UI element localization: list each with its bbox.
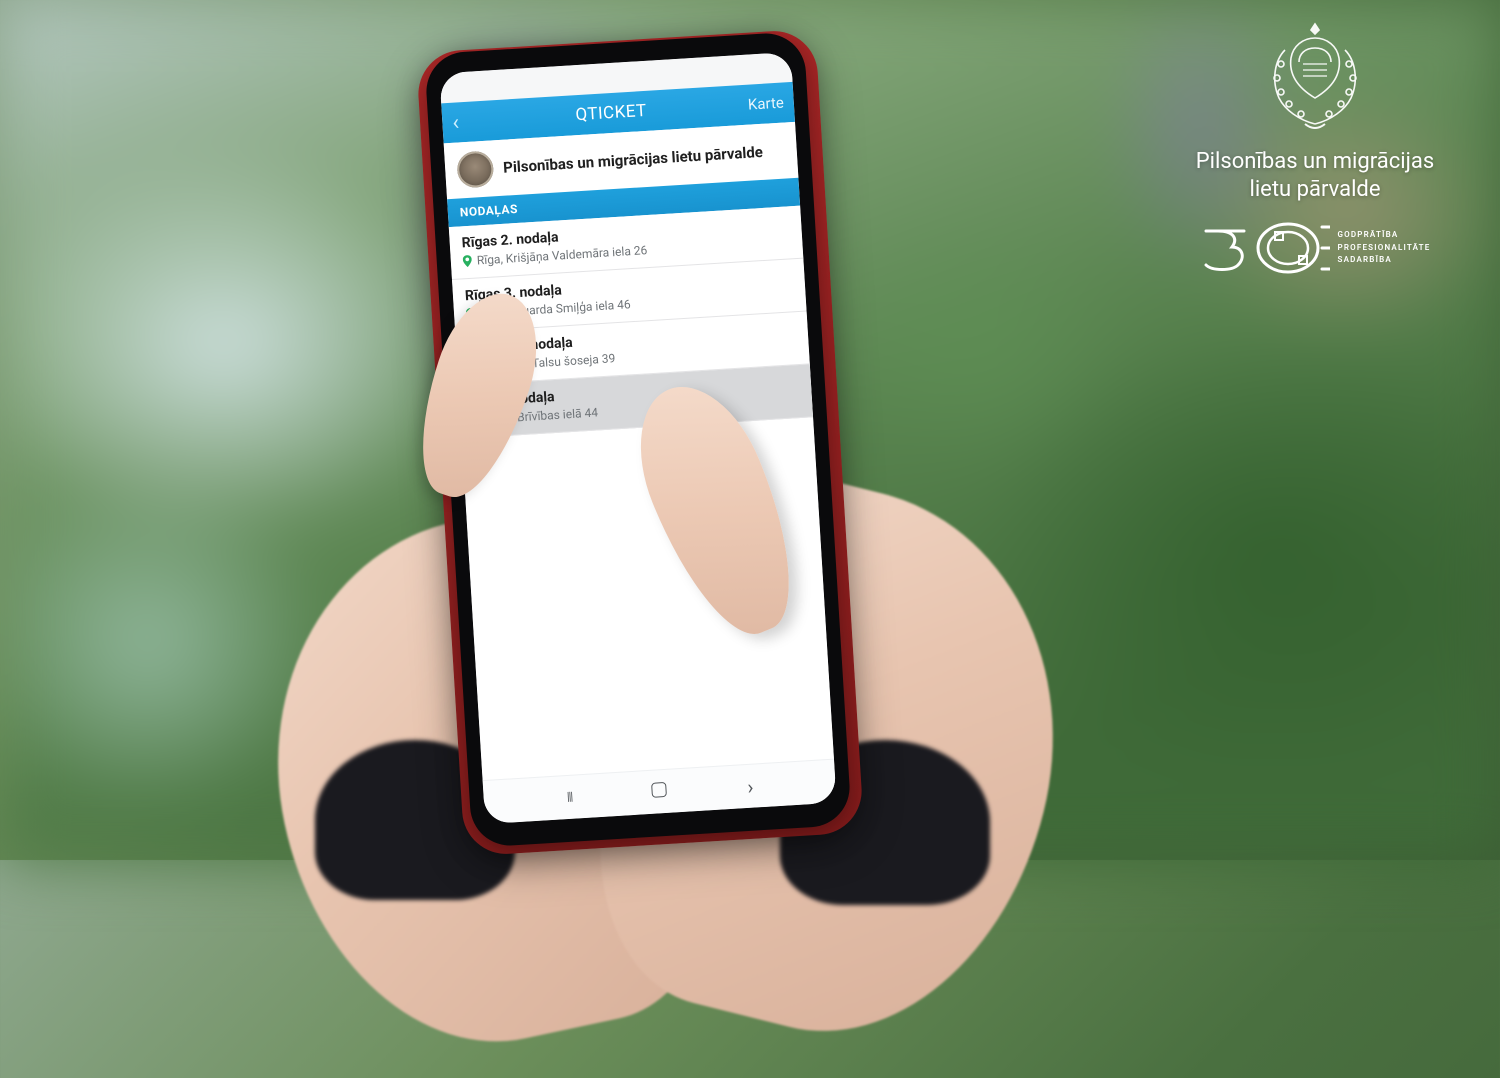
thirty-logotype-icon [1200,217,1330,279]
overlay-values-text: GODPRĀTĪBA PROFESIONALITĀTE SADARBĪBA [1338,229,1431,266]
branch-list[interactable]: Rīgas 2. nodaļaRīga, Krišjāņa Valdemāra … [449,206,834,780]
back-button[interactable]: ‹ [452,109,475,135]
map-toggle-link[interactable]: Karte [747,93,784,113]
overlay-organization-name: Pilsonības un migrācijas lietu pārvalde [1165,148,1465,203]
organization-emblem-icon [456,150,494,188]
coat-of-arms-icon [1255,20,1375,140]
android-home-button[interactable] [639,780,680,803]
app-title: QTICKET [474,95,749,132]
anniversary-30-badge: GODPRĀTĪBA PROFESIONALITĀTE SADARBĪBA [1165,217,1465,279]
organization-name: Pilsonības un migrācijas lietu pārvalde [503,143,764,177]
android-back-button[interactable]: ‹ [729,773,770,799]
android-recents-button[interactable]: III [549,788,590,806]
overlay-organization-logo: Pilsonības un migrācijas lietu pārvalde … [1165,20,1465,279]
